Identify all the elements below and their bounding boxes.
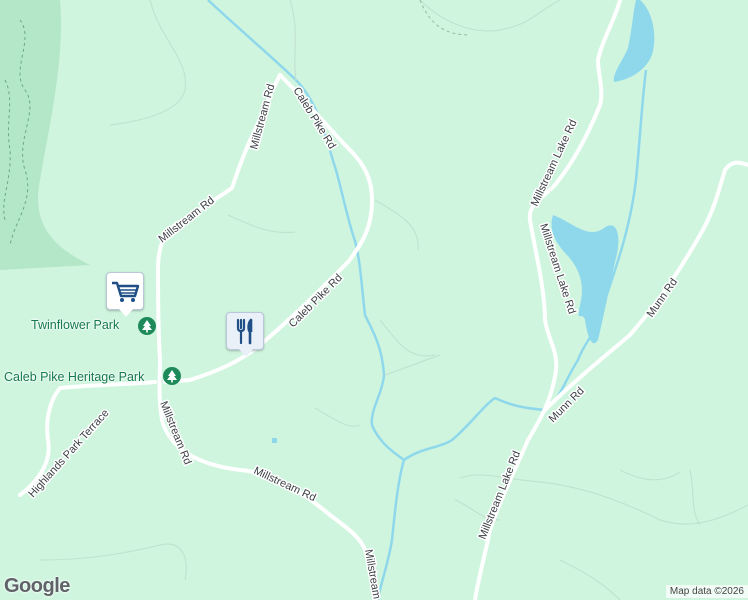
tree-icon[interactable] bbox=[138, 317, 156, 335]
road-label-caleb-pike-south: Caleb Pike Rd bbox=[287, 272, 345, 330]
park-label-caleb-pike-heritage[interactable]: Caleb Pike Heritage Park bbox=[4, 370, 144, 384]
road-label-millstream-lake-south: Millstream Lake Rd bbox=[477, 449, 523, 541]
lake bbox=[613, 0, 655, 82]
road-label-munn-north: Munn Rd bbox=[645, 276, 680, 319]
tree-icon[interactable] bbox=[163, 367, 181, 385]
road-label-millstream-south: Millstream Rd bbox=[252, 465, 318, 504]
forest-area bbox=[0, 0, 90, 270]
google-logo[interactable]: Google bbox=[4, 575, 70, 598]
trail bbox=[419, 0, 471, 36]
stream bbox=[376, 459, 406, 600]
road-label-millstream-mid: Millstream Rd bbox=[157, 400, 193, 467]
road-label-millstream-bottom: Millstream bbox=[362, 548, 383, 599]
road-label-millstream-west: Millstream Rd bbox=[156, 195, 216, 246]
restaurant-pin[interactable] bbox=[226, 312, 264, 357]
road-label-caleb-pike-north: Caleb Pike Rd bbox=[290, 85, 337, 151]
map-attribution[interactable]: Map data ©2026 bbox=[665, 585, 748, 598]
fork-knife-icon bbox=[236, 318, 253, 345]
shopping-pin[interactable] bbox=[106, 272, 144, 317]
road-label-millstream-north: Millstream Rd bbox=[248, 83, 277, 151]
road-label-highlands-park: Highlands Park Terrace bbox=[26, 407, 111, 500]
pond bbox=[272, 438, 277, 443]
park-label-twinflower[interactable]: Twinflower Park bbox=[31, 318, 119, 332]
map-view[interactable]: Caleb Pike Rd Caleb Pike Rd Millstream R… bbox=[0, 0, 748, 600]
shopping-cart-icon bbox=[112, 281, 140, 302]
